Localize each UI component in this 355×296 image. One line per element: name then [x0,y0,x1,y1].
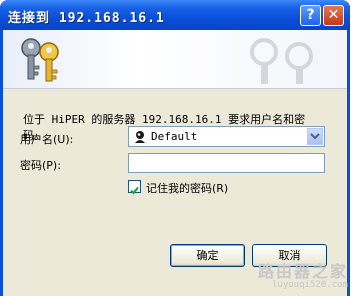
password-label: 密码(P): [20,159,61,172]
help-button[interactable]: ? [300,5,321,26]
watermark-url: luyouqi520.com [272,280,348,290]
username-value: Default [151,130,198,143]
remember-password-label: 记住我的密码(R) [146,182,229,195]
close-button[interactable]: ✕ [323,5,344,26]
keys-icon [21,38,59,82]
login-dialog: 连接到 192.168.16.1 ? ✕ 位于 HiPER 的服务器 192.1… [0,0,350,296]
username-label: 用户名(U): [20,133,74,146]
watermark-keys-icon [250,38,313,84]
ok-button[interactable]: 确定 [170,244,245,267]
watermark-text: 路由器之家 [258,262,349,281]
chevron-down-icon [310,133,320,140]
remember-password-checkbox[interactable] [128,180,141,195]
user-icon [135,131,145,143]
dialog-title: 连接到 192.168.16.1 [8,11,165,26]
checkmark-icon [130,186,139,195]
dropdown-button[interactable] [307,128,323,145]
banner [3,30,347,89]
username-combobox[interactable]: Default [128,126,325,147]
password-input[interactable] [128,153,325,173]
title-bar[interactable]: 连接到 192.168.16.1 ? ✕ [0,0,350,30]
